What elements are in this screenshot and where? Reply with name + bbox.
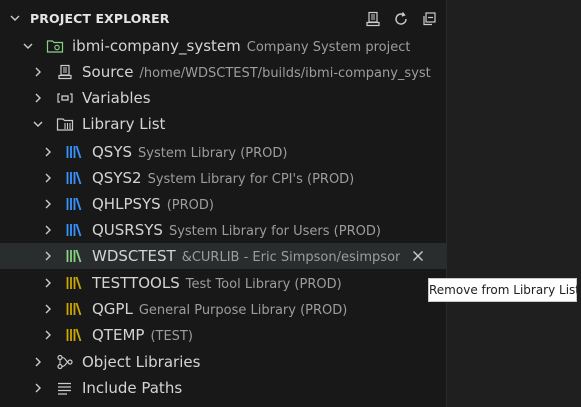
tree-item-object-libraries[interactable]: Object Libraries: [0, 349, 446, 375]
chevron-down-icon[interactable]: [20, 38, 36, 54]
tree-item-library-list[interactable]: Library List: [0, 111, 446, 137]
variable-icon: [57, 93, 73, 103]
library-name: QGPL: [92, 300, 133, 318]
refresh-button[interactable]: [390, 8, 412, 30]
project-folder-icon: [46, 40, 64, 53]
project-description: Company System project: [246, 40, 411, 55]
library-icon: [66, 276, 82, 290]
chevron-right-icon[interactable]: [40, 248, 56, 264]
library-name: QHLPSYS: [92, 195, 161, 213]
include-paths-label: Include Paths: [82, 379, 183, 397]
collapse-all-icon: [423, 12, 436, 26]
library-list-label: Library List: [82, 115, 166, 133]
library-name: QUSRSYS: [92, 221, 163, 239]
chevron-right-icon[interactable]: [40, 301, 56, 317]
source-path: /home/WDSCTEST/builds/ibmi-company_syst.…: [139, 66, 432, 81]
refresh-icon: [395, 12, 407, 25]
chevron-right-icon[interactable]: [30, 64, 46, 80]
library-list-icon: [56, 118, 74, 131]
tree-item-include-paths[interactable]: Include Paths: [0, 375, 446, 401]
chevron-right-icon[interactable]: [40, 170, 56, 186]
library-description: (PROD): [166, 198, 214, 213]
library-item[interactable]: QSYS2 System Library for CPI's (PROD): [0, 165, 446, 191]
library-item[interactable]: QUSRSYS System Library for Users (PROD): [0, 217, 446, 243]
library-icon: [66, 145, 82, 159]
chevron-right-icon[interactable]: [40, 327, 56, 343]
library-name: TESTTOOLS: [92, 274, 180, 292]
panel-title: PROJECT EXPLORER: [30, 11, 170, 26]
tree-item-source[interactable]: Source/home/WDSCTEST/builds/ibmi-company…: [0, 59, 446, 85]
remove-from-library-list-button[interactable]: [406, 245, 430, 267]
source-label: Source: [82, 63, 134, 81]
library-description: System Library for Users (PROD): [168, 224, 381, 239]
library-description: (TEST): [150, 329, 193, 344]
library-description: System Library for CPI's (PROD): [147, 172, 355, 187]
chevron-right-icon[interactable]: [40, 275, 56, 291]
chevron-right-icon[interactable]: [30, 354, 46, 370]
library-item[interactable]: TESTTOOLS Test Tool Library (PROD): [0, 270, 446, 296]
library-description: &CURLIB - Eric Simpson/esimpson...: [181, 250, 400, 265]
library-icon: [66, 197, 82, 211]
project-explorer-panel: PROJECT EXPLORER ibmi-company_system Comp…: [0, 0, 447, 407]
library-icon: [66, 302, 82, 316]
library-item-selected[interactable]: WDSCTEST &CURLIB - Eric Simpson/esimpson.…: [0, 243, 446, 269]
library-icon: [66, 328, 82, 342]
server-icon: [366, 11, 380, 27]
library-icon: [66, 249, 82, 263]
tree-item-project[interactable]: ibmi-company_system Company System projec…: [0, 33, 446, 59]
chevron-right-icon[interactable]: [40, 196, 56, 212]
chevron-down-icon[interactable]: [8, 11, 22, 25]
library-item[interactable]: QTEMP (TEST): [0, 322, 446, 348]
close-icon: [413, 251, 423, 261]
library-name: QTEMP: [92, 326, 145, 344]
list-icon: [58, 382, 71, 395]
library-item[interactable]: QGPL General Purpose Library (PROD): [0, 296, 446, 322]
server-icon: [58, 64, 72, 80]
collapse-all-button[interactable]: [418, 8, 440, 30]
project-name: ibmi-company_system: [72, 37, 241, 55]
type-hierarchy-icon: [57, 354, 73, 370]
library-description: Test Tool Library (PROD): [185, 277, 342, 292]
chevron-down-icon[interactable]: [30, 116, 46, 132]
library-icon: [66, 223, 82, 237]
tooltip: Remove from Library List: [428, 278, 580, 302]
library-name: QSYS: [92, 143, 133, 161]
chevron-right-icon[interactable]: [30, 380, 46, 396]
library-item[interactable]: QHLPSYS (PROD): [0, 191, 446, 217]
connect-server-button[interactable]: [362, 8, 384, 30]
chevron-right-icon[interactable]: [40, 222, 56, 238]
panel-actions: [362, 8, 440, 30]
chevron-right-icon[interactable]: [30, 90, 46, 106]
object-libraries-label: Object Libraries: [82, 353, 201, 371]
library-item[interactable]: QSYS System Library (PROD): [0, 139, 446, 165]
tree-item-variables[interactable]: Variables: [0, 85, 446, 111]
variables-label: Variables: [82, 89, 151, 107]
panel-header[interactable]: PROJECT EXPLORER: [0, 0, 446, 36]
library-description: General Purpose Library (PROD): [138, 303, 348, 318]
library-name: WDSCTEST: [92, 247, 176, 265]
library-name: QSYS2: [92, 169, 142, 187]
chevron-right-icon[interactable]: [40, 144, 56, 160]
library-description: System Library (PROD): [138, 146, 288, 161]
library-icon: [66, 171, 82, 185]
